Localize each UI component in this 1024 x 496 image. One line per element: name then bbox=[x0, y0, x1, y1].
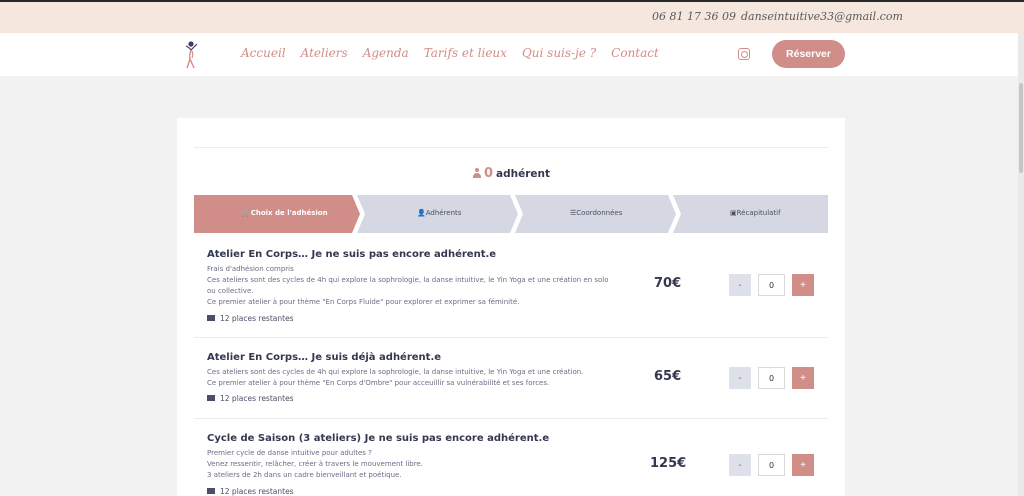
nav-item-contact[interactable]: Contact bbox=[611, 46, 659, 60]
nav-menu: Accueil Ateliers Agenda Tarifs et lieux … bbox=[241, 46, 659, 60]
decrease-quantity-button[interactable]: - bbox=[729, 454, 751, 476]
page-scrollbar[interactable] bbox=[1018, 33, 1024, 496]
nav-item-agenda[interactable]: Agenda bbox=[363, 46, 409, 60]
instagram-icon[interactable] bbox=[738, 48, 750, 60]
cart-icon: 🛒 bbox=[242, 209, 251, 217]
booking-card: 0 adhérent 🛒Choix de l'adhésion 👤Adhérent… bbox=[177, 118, 845, 496]
scrollbar-thumb[interactable] bbox=[1019, 83, 1023, 173]
decrease-quantity-button[interactable]: - bbox=[729, 367, 751, 389]
product-title: Atelier En Corps… Je suis déjà adhérent.… bbox=[207, 352, 442, 363]
step-adherents[interactable]: 👤Adhérents bbox=[417, 209, 461, 217]
product-description: Ces ateliers sont des cycles de 4h qui e… bbox=[207, 368, 584, 387]
increase-quantity-button[interactable]: + bbox=[792, 454, 814, 476]
adherent-label: adhérent bbox=[496, 168, 551, 180]
ticket-icon bbox=[207, 488, 215, 494]
nav-item-ateliers[interactable]: Ateliers bbox=[301, 46, 348, 60]
user-icon bbox=[472, 168, 482, 178]
product-title: Atelier En Corps… Je ne suis pas encore … bbox=[207, 249, 497, 260]
step-coordonnees[interactable]: ☰Coordonnées bbox=[570, 209, 622, 217]
ticket-icon bbox=[207, 315, 215, 321]
product-price: 125€ bbox=[650, 456, 687, 471]
divider bbox=[194, 418, 828, 419]
nav-item-qui-suis-je[interactable]: Qui suis-je ? bbox=[522, 46, 596, 60]
decrease-quantity-button[interactable]: - bbox=[729, 274, 751, 296]
phone-number[interactable]: 06 81 17 36 09 bbox=[652, 10, 736, 23]
email-address[interactable]: danseintuitive33@gmail.com bbox=[741, 10, 903, 23]
places-remaining: 12 places restantes bbox=[207, 487, 294, 496]
increase-quantity-button[interactable]: + bbox=[792, 367, 814, 389]
reserve-button[interactable]: Réserver bbox=[772, 40, 845, 68]
adherent-counter: 0 adhérent bbox=[177, 166, 845, 181]
divider bbox=[194, 337, 828, 338]
product-price: 65€ bbox=[654, 369, 682, 384]
summary-icon: ▣ bbox=[730, 209, 737, 217]
dancer-logo-icon[interactable] bbox=[182, 40, 200, 70]
divider bbox=[194, 147, 828, 148]
step-choix-adhesion[interactable]: 🛒Choix de l'adhésion bbox=[242, 209, 328, 217]
product-title: Cycle de Saison (3 ateliers) Je ne suis … bbox=[207, 433, 550, 444]
nav-item-accueil[interactable]: Accueil bbox=[241, 46, 286, 60]
booking-steps: 🛒Choix de l'adhésion 👤Adhérents ☰Coordon… bbox=[194, 195, 828, 233]
product-price: 70€ bbox=[654, 276, 682, 291]
product-description: Premier cycle de danse intuitive pour ad… bbox=[207, 449, 423, 479]
step-recapitulatif[interactable]: ▣Récapitulatif bbox=[730, 209, 781, 217]
top-contact-bar: 06 81 17 36 09 danseintuitive33@gmail.co… bbox=[0, 0, 1024, 33]
product-description: Frais d'adhésion compris Ces ateliers so… bbox=[207, 265, 609, 306]
quantity-input[interactable] bbox=[758, 367, 785, 389]
ticket-icon bbox=[207, 395, 215, 401]
places-remaining: 12 places restantes bbox=[207, 394, 294, 403]
adherent-count: 0 bbox=[483, 166, 494, 181]
places-remaining: 12 places restantes bbox=[207, 314, 294, 323]
nav-item-tarifs[interactable]: Tarifs et lieux bbox=[424, 46, 507, 60]
user-icon: 👤 bbox=[417, 209, 426, 217]
main-navigation: Accueil Ateliers Agenda Tarifs et lieux … bbox=[0, 33, 1024, 76]
quantity-input[interactable] bbox=[758, 454, 785, 476]
quantity-input[interactable] bbox=[758, 274, 785, 296]
increase-quantity-button[interactable]: + bbox=[792, 274, 814, 296]
